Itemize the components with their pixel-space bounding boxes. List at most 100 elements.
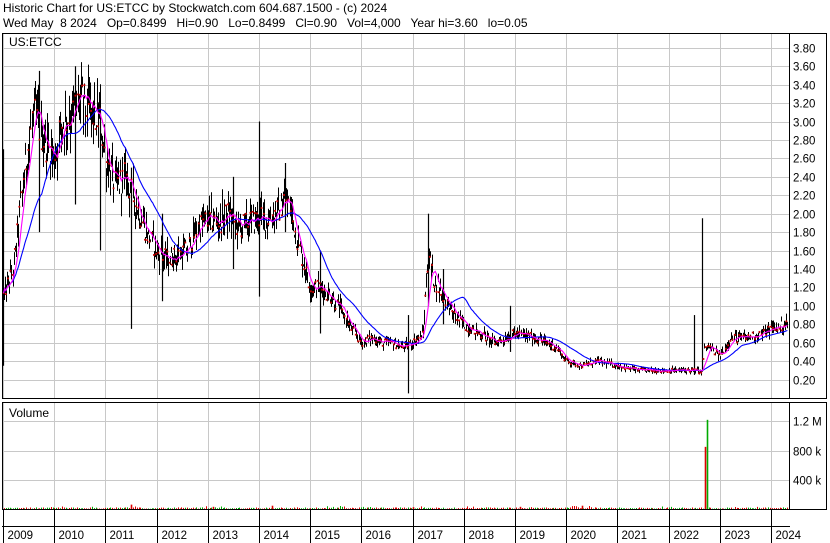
close-dot <box>200 215 202 218</box>
close-dot <box>444 304 447 307</box>
close-dot <box>74 94 77 97</box>
close-dot <box>330 301 333 304</box>
close-dot <box>518 330 521 333</box>
close-dot <box>256 212 258 215</box>
close-dot <box>727 344 729 347</box>
close-dot <box>166 250 169 253</box>
close-dot <box>29 127 32 130</box>
close-dot <box>303 268 306 271</box>
close-dot <box>458 319 460 322</box>
close-dot <box>233 220 236 223</box>
close-dot <box>85 115 88 117</box>
close-dot <box>202 218 205 221</box>
close-dot <box>83 84 86 87</box>
close-dot <box>534 338 537 341</box>
close-dot <box>224 204 227 207</box>
price-tick-label: 2.00 <box>793 210 815 222</box>
close-dot <box>191 248 193 251</box>
close-dot <box>211 227 214 230</box>
close-dot <box>552 348 555 351</box>
close-dot <box>498 339 501 341</box>
close-dot <box>361 344 364 347</box>
close-dot <box>431 264 433 266</box>
close-dot <box>168 261 171 264</box>
close-dot <box>79 93 81 96</box>
close-dot <box>161 258 164 261</box>
close-dot <box>25 168 27 171</box>
close-dot <box>357 340 359 343</box>
close-dot <box>170 263 173 266</box>
close-dot <box>422 330 424 333</box>
close-dot <box>415 339 418 341</box>
year-tick-label: 2021 <box>622 530 648 542</box>
close-dot <box>240 235 243 238</box>
close-dot <box>126 173 128 176</box>
close-dot <box>453 311 456 314</box>
close-dot <box>218 225 220 228</box>
stock-chart: 3.80 3.60 3.40 3.20 3.00 2.80 2.60 2.40 2.20 2.00… <box>2 33 827 543</box>
close-dot <box>325 298 328 301</box>
close-dot <box>27 149 30 151</box>
year-tick-label: 2016 <box>366 530 392 542</box>
close-dot <box>220 231 223 234</box>
year-tick-label: 2017 <box>418 530 444 542</box>
close-dot <box>736 341 738 344</box>
close-dot <box>65 129 68 131</box>
close-dot <box>213 215 216 218</box>
close-dot <box>745 338 747 341</box>
close-dot <box>556 349 559 352</box>
close-dot <box>689 370 691 373</box>
close-dot <box>565 358 568 360</box>
price-tick-label: 2.20 <box>793 191 815 203</box>
close-dot <box>76 93 79 96</box>
close-dot <box>249 211 252 214</box>
volume-panel-title: Volume <box>9 406 49 420</box>
close-dot <box>668 371 671 374</box>
close-dot <box>132 200 135 203</box>
close-dot <box>366 336 368 339</box>
close-dot <box>289 210 292 212</box>
close-dot <box>516 331 519 334</box>
close-dot <box>81 84 84 87</box>
year-tick-label: 2009 <box>8 530 34 542</box>
close-dot <box>352 326 355 329</box>
price-tick-label: 1.00 <box>793 302 815 314</box>
close-dot <box>576 365 579 368</box>
close-dot <box>103 146 106 149</box>
close-dot <box>58 120 61 123</box>
close-dot <box>193 236 196 238</box>
close-dot <box>7 277 10 280</box>
close-dot <box>706 345 709 347</box>
price-panel-title: US:ETCC <box>9 35 62 49</box>
close-dot <box>480 336 483 339</box>
close-dot <box>704 346 707 349</box>
close-dot <box>146 239 149 241</box>
close-dot <box>698 372 700 375</box>
close-dot <box>197 222 200 225</box>
year-tick-label: 2022 <box>674 530 700 542</box>
close-dot <box>440 294 442 296</box>
close-dot <box>738 334 741 336</box>
close-dot <box>334 307 337 310</box>
close-dot <box>781 329 783 332</box>
close-dot <box>153 254 155 256</box>
close-dot <box>260 207 263 209</box>
close-dot <box>285 199 288 202</box>
close-dot <box>121 169 124 172</box>
close-dot <box>96 125 99 128</box>
close-dot <box>583 362 586 365</box>
close-dot <box>395 347 398 350</box>
close-dot <box>209 212 211 215</box>
close-dot <box>348 322 350 325</box>
close-dot <box>417 336 420 339</box>
year-tick-label: 2024 <box>776 530 802 542</box>
grid-lines <box>3 34 789 543</box>
close-dot <box>536 341 539 344</box>
year-tick-label: 2019 <box>520 530 546 542</box>
close-dot <box>567 361 570 364</box>
close-dot <box>433 286 436 289</box>
close-dot <box>345 317 348 320</box>
close-dot <box>550 345 552 347</box>
volume-series <box>4 419 788 509</box>
close-dot <box>164 248 167 251</box>
